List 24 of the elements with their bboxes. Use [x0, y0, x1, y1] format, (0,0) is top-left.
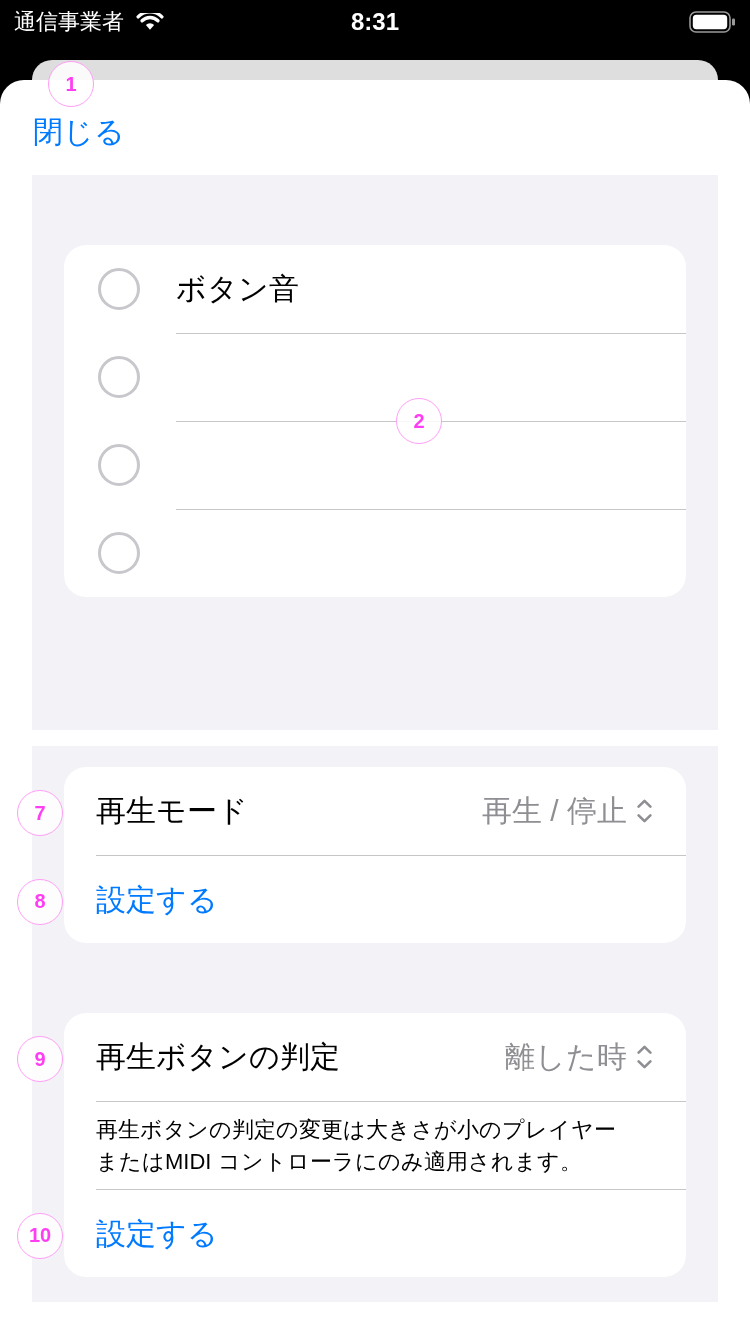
radio-button[interactable] [98, 444, 140, 486]
picker-button[interactable]: 再生 / 停止 [482, 790, 652, 832]
note-text: 再生ボタンの判定の変更は大きさが小のプレイヤーまたはMIDI コントローラにのみ適用されます。 [96, 1115, 617, 1176]
annotation-marker: 2 [396, 398, 442, 444]
set-button[interactable]: 設定する [96, 880, 218, 919]
radio-button[interactable] [98, 532, 140, 574]
annotation-marker: 10 [17, 1212, 63, 1259]
radio-button[interactable] [98, 356, 140, 398]
option-label: ボタン音 [176, 270, 299, 307]
clock-time: 8:31 [350, 7, 399, 37]
close-button[interactable]: 閉じる [33, 112, 125, 151]
annotation-marker: 8 [17, 878, 63, 925]
radio-button[interactable] [98, 268, 140, 310]
annotation-marker: 9 [17, 1036, 63, 1082]
set-button[interactable]: 設定する [96, 1214, 218, 1253]
setting-label: 再生モード [96, 792, 248, 829]
up-down-chevron-icon [637, 1045, 652, 1069]
annotation-marker: 7 [17, 790, 63, 836]
wifi-icon [136, 13, 164, 31]
up-down-chevron-icon [637, 799, 652, 823]
carrier-name: 通信事業者 [14, 8, 124, 36]
picker-button[interactable]: 離した時 [505, 1036, 652, 1078]
setting-label: 再生ボタンの判定 [96, 1038, 340, 1075]
battery-icon [689, 11, 736, 33]
